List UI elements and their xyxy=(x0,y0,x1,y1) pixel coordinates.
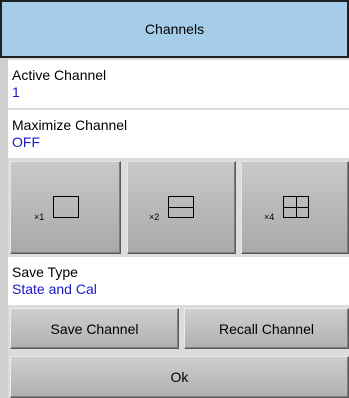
layout-x1-button[interactable]: ×1 xyxy=(10,161,121,254)
panel-header: Channels xyxy=(0,0,349,58)
save-channel-button[interactable]: Save Channel xyxy=(10,308,179,349)
left-margin xyxy=(0,58,8,398)
maximize-channel-label: Maximize Channel xyxy=(12,117,128,133)
active-channel-field[interactable]: Active Channel 1 xyxy=(8,60,349,108)
save-type-value: State and Cal xyxy=(12,281,97,297)
layout-x1-label: ×1 xyxy=(34,212,45,222)
ok-label: Ok xyxy=(170,369,189,385)
save-type-field[interactable]: Save Type State and Cal xyxy=(8,257,349,305)
layout-x4-button[interactable]: ×4 xyxy=(241,161,349,254)
two-horizontal-windows-icon xyxy=(168,196,194,218)
recall-channel-label: Recall Channel xyxy=(219,320,314,337)
four-grid-windows-icon xyxy=(283,196,309,218)
layout-x2-button[interactable]: ×2 xyxy=(127,161,236,254)
panel-title: Channels xyxy=(144,21,205,37)
layout-x2-label: ×2 xyxy=(149,212,160,222)
save-channel-label: Save Channel xyxy=(50,320,139,337)
save-type-label: Save Type xyxy=(12,264,78,280)
maximize-channel-field[interactable]: Maximize Channel OFF xyxy=(8,110,349,158)
ok-button[interactable]: Ok xyxy=(10,356,349,398)
active-channel-label: Active Channel xyxy=(12,67,107,83)
active-channel-value: 1 xyxy=(12,84,20,100)
maximize-channel-value: OFF xyxy=(12,134,40,150)
layout-x4-label: ×4 xyxy=(264,212,275,222)
single-window-icon xyxy=(53,196,79,218)
recall-channel-button[interactable]: Recall Channel xyxy=(184,308,349,349)
